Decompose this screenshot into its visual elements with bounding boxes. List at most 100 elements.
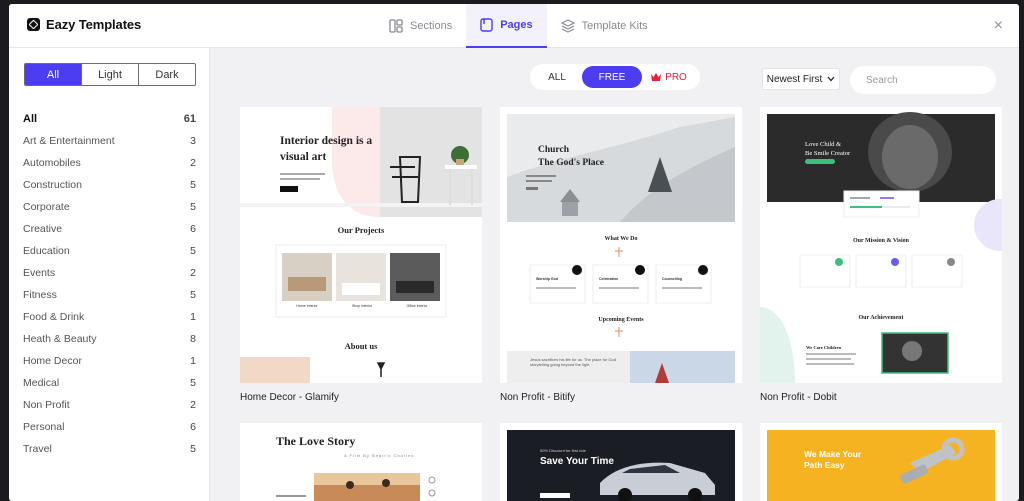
tab-template-kits[interactable]: Template Kits: [547, 4, 662, 48]
section-title: Our Achievement: [858, 315, 904, 321]
template-card-glamify[interactable]: Interior design is a visual art Our Proj…: [240, 107, 482, 403]
template-thumbnail[interactable]: Interior design is a visual art Our Proj…: [240, 107, 482, 383]
close-icon[interactable]: ×: [994, 18, 1003, 34]
template-title: Home Decor - Glamify: [240, 392, 339, 403]
filter-all-button[interactable]: ALL: [532, 66, 582, 88]
category-item-personal[interactable]: Personal 6: [23, 416, 196, 438]
category-count: 5: [190, 377, 196, 389]
section-title: What We Do: [604, 236, 638, 242]
price-filter: ALL FREE PRO: [530, 64, 700, 90]
template-grid-area: ALL FREE PRO Newest First Search Interio…: [210, 48, 1019, 501]
theme-all-button[interactable]: All: [25, 64, 82, 85]
category-item-home-decor[interactable]: Home Decor 1: [23, 350, 196, 372]
hero-line-1: Save Your Time: [540, 456, 614, 467]
category-count: 6: [190, 421, 196, 433]
category-name: Travel: [23, 443, 52, 455]
filter-pro-button[interactable]: PRO: [642, 66, 696, 88]
section-title: Our Projects: [337, 225, 385, 235]
category-item-travel[interactable]: Travel 5: [23, 438, 196, 460]
category-count: 8: [190, 333, 196, 345]
category-item-heath-beauty[interactable]: Heath & Beauty 8: [23, 328, 196, 350]
category-name: Education: [23, 245, 70, 257]
category-count: 5: [190, 245, 196, 257]
category-name: Automobiles: [23, 157, 81, 169]
template-card-car-rental[interactable]: 50% Discount for first ride Save Your Ti…: [500, 423, 742, 501]
category-count: 61: [183, 113, 196, 125]
bitify-preview-illustration: [507, 114, 735, 383]
category-count: 5: [190, 201, 196, 213]
library-tabs: Sections Pages Template Kits: [375, 4, 662, 48]
theme-dark-button[interactable]: Dark: [139, 64, 195, 85]
category-count: 2: [190, 157, 196, 169]
item-label: Worship God: [536, 277, 558, 281]
brand-logo-icon: [27, 18, 40, 31]
template-card-dobit[interactable]: Love Child & Be Smile Creator Our Missio…: [760, 107, 1002, 403]
brand: Eazy Templates: [27, 17, 141, 32]
item-label: Home Interior: [296, 304, 318, 308]
category-name: Fitness: [23, 289, 57, 301]
category-item-construction[interactable]: Construction 5: [23, 174, 196, 196]
category-count: 1: [190, 355, 196, 367]
tab-sections[interactable]: Sections: [375, 4, 466, 48]
category-item-fitness[interactable]: Fitness 5: [23, 284, 196, 306]
hero-line-2: visual art: [280, 151, 327, 163]
car-rental-preview-illustration: [507, 430, 735, 501]
hero-line-2: The God's Place: [538, 158, 604, 168]
category-item-non-profit[interactable]: Non Profit 2: [23, 394, 196, 416]
template-library-modal: Eazy Templates Sections Pages Template K…: [9, 4, 1019, 501]
template-thumbnail[interactable]: 50% Discount for first ride Save Your Ti…: [500, 423, 742, 501]
category-name: Food & Drink: [23, 311, 85, 323]
template-thumbnail[interactable]: Love Child & Be Smile Creator Our Missio…: [760, 107, 1002, 383]
template-thumbnail[interactable]: We Make Your Path Easy: [760, 423, 1002, 501]
category-name: Personal: [23, 421, 65, 433]
item-label: Celebration: [599, 277, 619, 281]
dobit-preview-illustration: [760, 112, 1002, 383]
chevron-down-icon: [827, 76, 835, 82]
theme-light-button[interactable]: Light: [82, 64, 139, 85]
template-card-construction[interactable]: We Make Your Path Easy: [760, 423, 1002, 501]
category-name: Non Profit: [23, 399, 70, 411]
category-name: Corporate: [23, 201, 70, 213]
sort-label: Newest First: [766, 73, 823, 85]
caption: We Care Children: [806, 345, 842, 350]
tab-pages[interactable]: Pages: [466, 4, 547, 48]
item-label: Shop Interior: [351, 304, 373, 308]
category-count: 5: [190, 179, 196, 191]
hero-line-1: We Make Your: [804, 449, 862, 459]
category-name: All: [23, 113, 38, 125]
hero-line-1: Interior design is a: [280, 135, 373, 147]
category-count: 2: [190, 399, 196, 411]
hero-line-2: Be Smile Creator: [805, 150, 851, 157]
filter-free-button[interactable]: FREE: [582, 66, 642, 88]
construction-preview-illustration: [767, 430, 995, 501]
pages-icon: [480, 18, 493, 32]
category-item-automobiles[interactable]: Automobiles 2: [23, 152, 196, 174]
category-name: Medical: [23, 377, 60, 389]
category-item-events[interactable]: Events 2: [23, 262, 196, 284]
template-thumbnail[interactable]: The Love Story A Film By Beatrix Charles: [240, 423, 482, 501]
category-name: Construction: [23, 179, 82, 191]
modal-header: Eazy Templates Sections Pages Template K…: [9, 4, 1019, 48]
category-item-medical[interactable]: Medical 5: [23, 372, 196, 394]
category-item-food-drink[interactable]: Food & Drink 1: [23, 306, 196, 328]
template-thumbnail[interactable]: Church The God's Place What We Do Worshi…: [500, 107, 742, 383]
crown-icon: [651, 73, 662, 81]
section-title: Our Mission & Vision: [852, 238, 910, 244]
category-count: 2: [190, 267, 196, 279]
hero-line-1: Love Child &: [805, 141, 842, 148]
template-card-bitify[interactable]: Church The God's Place What We Do Worshi…: [500, 107, 742, 403]
category-item-all[interactable]: All 61: [23, 108, 196, 130]
category-item-art-entertainment[interactable]: Art & Entertainment 3: [23, 130, 196, 152]
event-text: Jesus sacrifices his life for us. The pl…: [530, 357, 616, 367]
sort-dropdown[interactable]: Newest First: [762, 68, 840, 90]
hero-line-1: Church: [538, 145, 569, 155]
category-item-education[interactable]: Education 5: [23, 240, 196, 262]
category-name: Home Decor: [23, 355, 82, 367]
search-input[interactable]: [850, 66, 996, 94]
template-card-love-story[interactable]: The Love Story A Film By Beatrix Charles: [240, 423, 482, 501]
tab-sections-label: Sections: [410, 20, 453, 32]
category-item-creative[interactable]: Creative 6: [23, 218, 196, 240]
item-label: Counselling: [662, 277, 683, 281]
category-count: 5: [190, 289, 196, 301]
category-item-corporate[interactable]: Corporate 5: [23, 196, 196, 218]
